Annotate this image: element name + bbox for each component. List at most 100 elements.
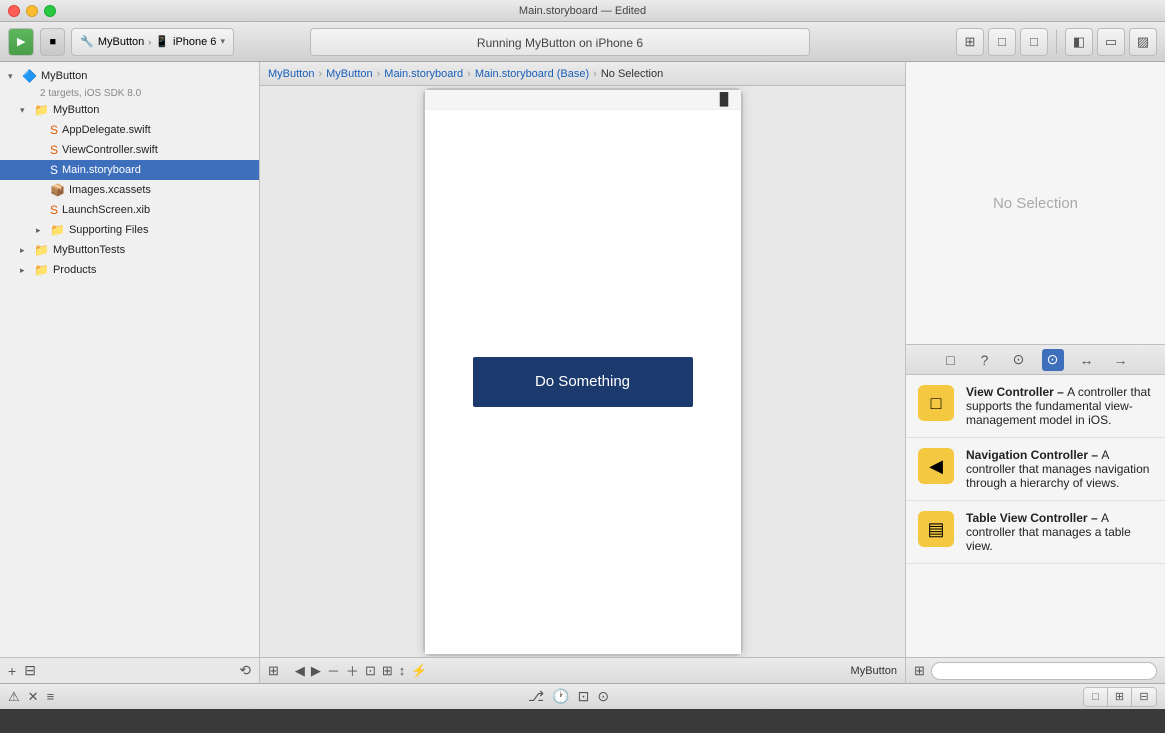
history-button[interactable]: ⟲	[239, 662, 251, 679]
navcontroller-icon: ◀	[918, 448, 954, 484]
file-inspector-icon[interactable]: □	[940, 349, 962, 371]
library-search-input[interactable]	[931, 662, 1157, 680]
sidebar-item-mybutton-group[interactable]: 📁 MyButton	[0, 100, 259, 120]
collapse-icon	[36, 225, 48, 236]
play-icon: ▶	[17, 35, 25, 48]
expand-icon	[8, 71, 20, 82]
cpu-icon[interactable]: ⊙	[597, 688, 609, 705]
library-title-nav: Navigation Controller – A controller tha…	[966, 448, 1153, 490]
fit-button[interactable]: ⊡	[365, 663, 376, 679]
error-icon[interactable]: ✕	[28, 689, 39, 705]
standard-editor-button[interactable]: □	[1084, 688, 1108, 706]
size-inspector-icon[interactable]: ↔	[1076, 349, 1098, 371]
connections-inspector-icon[interactable]: →	[1110, 349, 1132, 371]
separator	[1056, 30, 1057, 54]
constraint-button[interactable]: ↕	[399, 663, 406, 678]
breadcrumb-mybutton2[interactable]: MyButton	[326, 68, 372, 80]
assets-icon: 📦	[50, 183, 65, 197]
chevron-down-icon: ▾	[220, 36, 225, 47]
bottom-right: □ ⊞ ⊟	[1083, 687, 1157, 707]
back-button[interactable]: ◀	[295, 663, 305, 679]
clock-icon[interactable]: 🕐	[552, 688, 569, 705]
library-item-tablecontroller[interactable]: ▤ Table View Controller – A controller t…	[906, 501, 1165, 564]
library-title-vc: View Controller – A controller that supp…	[966, 385, 1153, 427]
zoom-out-button[interactable]: －	[327, 661, 340, 680]
iphone-content: Do Something	[425, 110, 741, 654]
do-something-button[interactable]: Do Something	[473, 357, 693, 407]
attributes-inspector-icon[interactable]: ⊙	[1042, 349, 1064, 371]
version-editor-button[interactable]: ⊟	[1132, 688, 1156, 706]
add-file-button[interactable]: +	[8, 663, 16, 679]
sidebar-item-tests[interactable]: 📁 MyButtonTests	[0, 240, 259, 260]
zoom-in-button[interactable]: ＋	[346, 661, 359, 680]
storyboard-icon: S	[50, 163, 58, 177]
sidebar-label-appdelegate: AppDelegate.swift	[62, 124, 151, 136]
sidebar-item-launchscreen[interactable]: S LaunchScreen.xib	[0, 200, 259, 220]
sidebar-item-project[interactable]: 🔷 MyButton	[0, 66, 259, 86]
sidebar-item-images[interactable]: 📦 Images.xcassets	[0, 180, 259, 200]
library-info-viewcontroller: View Controller – A controller that supp…	[966, 385, 1153, 427]
right-panel: No Selection □ ? ⊙ ⊙ ↔ → □ View Controll…	[905, 62, 1165, 683]
grid-view-icon[interactable]: ⊞	[914, 663, 925, 679]
stop-button[interactable]: ■	[40, 28, 65, 56]
bottom-bar: ⚠ ✕ ≡ ⎇ 🕐 ⊡ ⊙ □ ⊞ ⊟	[0, 683, 1165, 709]
sidebar-label-mybutton: MyButton	[53, 104, 99, 116]
warning-icon[interactable]: ⚠	[8, 689, 20, 705]
library-item-viewcontroller[interactable]: □ View Controller – A controller that su…	[906, 375, 1165, 438]
sidebar-item-supporting[interactable]: 📁 Supporting Files	[0, 220, 259, 240]
sidebar-label-tests: MyButtonTests	[53, 244, 125, 256]
bottom-bar-center: ⎇ 🕐 ⊡ ⊙	[62, 688, 1075, 705]
left-panel-button[interactable]: ◧	[1065, 28, 1093, 56]
identity-inspector-icon[interactable]: ⊙	[1008, 349, 1030, 371]
filter-button[interactable]: ⊟	[24, 662, 36, 679]
filter-icon[interactable]: ≡	[47, 689, 55, 704]
editor-button[interactable]: □	[1020, 28, 1048, 56]
quick-help-icon[interactable]: ?	[974, 349, 996, 371]
folder-icon: 📁	[50, 223, 65, 237]
toolbar-right: ⊞ □ □ ◧ ▭ ▨	[956, 28, 1157, 56]
sidebar-item-appdelegate[interactable]: S AppDelegate.swift	[0, 120, 259, 140]
sidebar-label-supporting: Supporting Files	[69, 224, 149, 236]
layout-button[interactable]: ⊞	[382, 663, 393, 679]
collapse-icon	[20, 265, 32, 276]
close-button[interactable]	[8, 5, 20, 17]
breadcrumb-sep4: ›	[593, 68, 597, 80]
sidebar-item-mainstoryboard[interactable]: S Main.storyboard	[0, 160, 259, 180]
no-selection-text: No Selection	[993, 195, 1078, 212]
storyboard-canvas[interactable]: ▐▌ Do Something	[260, 86, 905, 657]
breadcrumb-sep: ›	[318, 68, 322, 80]
breadcrumb-mybutton1[interactable]: MyButton	[268, 68, 314, 80]
xib-icon: S	[50, 203, 58, 217]
layout-button[interactable]: ⊞	[956, 28, 984, 56]
traffic-lights	[8, 5, 56, 17]
run-indicator: Running MyButton on iPhone 6	[310, 28, 810, 56]
sidebar-item-products[interactable]: 📁 Products	[0, 260, 259, 280]
center-panel-button[interactable]: ▭	[1097, 28, 1125, 56]
scheme-selector[interactable]: 🔧 MyButton › 📱 iPhone 6 ▾	[71, 28, 234, 56]
assistant-editor-button[interactable]: ⊞	[1108, 688, 1132, 706]
device-icon: 📱	[155, 35, 169, 48]
branch-icon[interactable]: ⎇	[528, 688, 544, 705]
title-bar: Main.storyboard — Edited	[0, 0, 1165, 22]
sidebar-label-images: Images.xcassets	[69, 184, 151, 196]
breadcrumb-storyboard-base[interactable]: Main.storyboard (Base)	[475, 68, 589, 80]
fullscreen-button[interactable]	[44, 5, 56, 17]
stop-icon: ■	[49, 36, 56, 48]
play-button[interactable]: ▶	[8, 28, 34, 56]
library-item-navcontroller[interactable]: ◀ Navigation Controller – A controller t…	[906, 438, 1165, 501]
minimize-button[interactable]	[26, 5, 38, 17]
sidebar-label-viewcontroller: ViewController.swift	[62, 144, 158, 156]
issue-button[interactable]: ⚡	[411, 663, 427, 679]
breadcrumb-storyboard[interactable]: Main.storyboard	[384, 68, 463, 80]
scheme-icon: 🔧	[80, 35, 94, 48]
forward-button[interactable]: ▶	[311, 663, 321, 679]
right-panel-button[interactable]: ▨	[1129, 28, 1157, 56]
bug-icon[interactable]: ⊡	[578, 688, 590, 705]
expand-editor-button[interactable]: ⊞	[268, 663, 279, 679]
sidebar-item-viewcontroller[interactable]: S ViewController.swift	[0, 140, 259, 160]
toolbar: ▶ ■ 🔧 MyButton › 📱 iPhone 6 ▾ Running My…	[0, 22, 1165, 62]
inspector-button[interactable]: □	[988, 28, 1016, 56]
scheme-name: MyButton	[98, 36, 144, 48]
sidebar-label-mainstoryboard: Main.storyboard	[62, 164, 141, 176]
editor-bottom-bar: ⊞ ◀ ▶ － ＋ ⊡ ⊞ ↕ ⚡ MyButton	[260, 657, 905, 683]
